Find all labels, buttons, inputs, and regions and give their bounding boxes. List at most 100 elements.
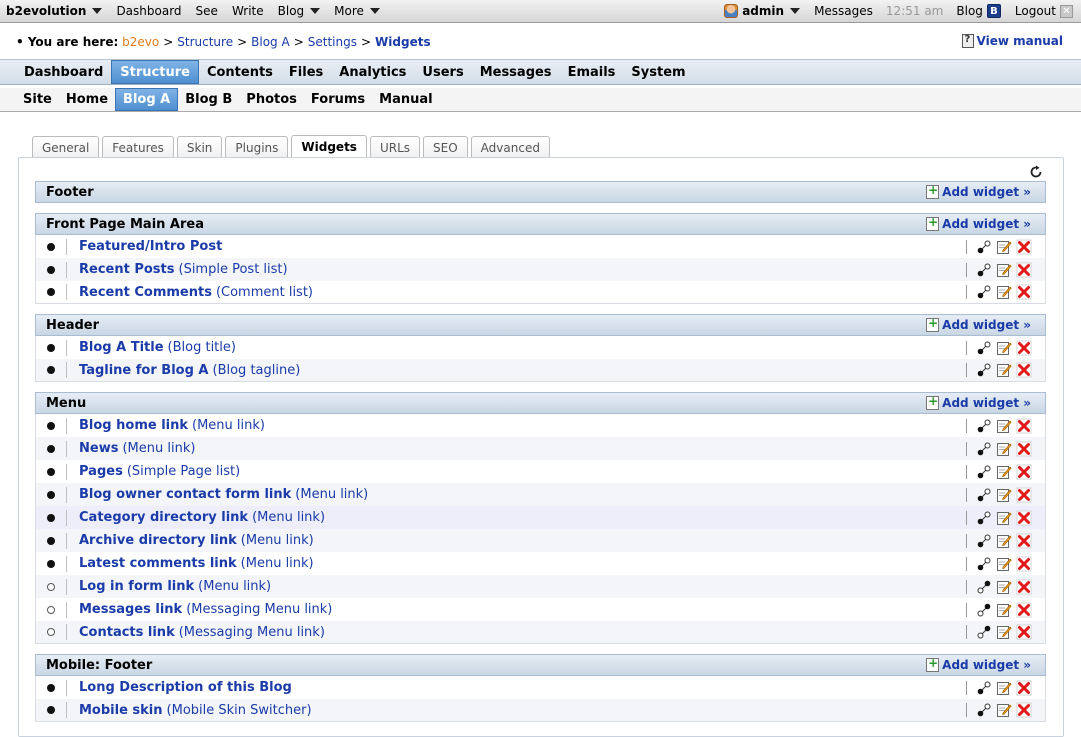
main-menu-dashboard[interactable]: Dashboard bbox=[16, 60, 111, 84]
main-menu-messages[interactable]: Messages bbox=[472, 60, 560, 84]
edit-icon[interactable] bbox=[995, 362, 1013, 378]
widget-name-link[interactable]: Featured/Intro Post bbox=[79, 239, 222, 254]
main-menu-users[interactable]: Users bbox=[414, 60, 471, 84]
evobar-see-link[interactable]: See bbox=[189, 4, 225, 18]
evobar-user-menu[interactable]: admin bbox=[717, 4, 807, 18]
disable-toggle-icon[interactable] bbox=[975, 284, 993, 300]
edit-icon[interactable] bbox=[995, 624, 1013, 640]
widget-name-link[interactable]: Mobile skin bbox=[79, 703, 163, 718]
main-menu-emails[interactable]: Emails bbox=[560, 60, 624, 84]
edit-icon[interactable] bbox=[995, 239, 1013, 255]
delete-icon[interactable] bbox=[1015, 702, 1033, 718]
add-widget-button[interactable]: Add widget » bbox=[926, 215, 1031, 231]
edit-icon[interactable] bbox=[995, 340, 1013, 356]
delete-icon[interactable] bbox=[1015, 487, 1033, 503]
edit-icon[interactable] bbox=[995, 487, 1013, 503]
disable-toggle-icon[interactable] bbox=[975, 680, 993, 696]
evobar-brand-menu[interactable]: b2evolution bbox=[0, 4, 109, 18]
delete-icon[interactable] bbox=[1015, 441, 1033, 457]
tab-general[interactable]: General bbox=[32, 136, 100, 158]
tab-advanced[interactable]: Advanced bbox=[470, 136, 550, 158]
evobar-blog-link[interactable]: Blog B bbox=[949, 4, 1008, 18]
disable-toggle-icon[interactable] bbox=[975, 487, 993, 503]
breadcrumb-structure-link[interactable]: Structure bbox=[177, 35, 233, 49]
delete-icon[interactable] bbox=[1015, 464, 1033, 480]
sub-menu-photos[interactable]: Photos bbox=[239, 88, 304, 111]
disable-toggle-icon[interactable] bbox=[975, 464, 993, 480]
disable-toggle-icon[interactable] bbox=[975, 510, 993, 526]
delete-icon[interactable] bbox=[1015, 556, 1033, 572]
enable-toggle-icon[interactable] bbox=[975, 602, 993, 618]
edit-icon[interactable] bbox=[995, 464, 1013, 480]
disable-toggle-icon[interactable] bbox=[975, 262, 993, 278]
sub-menu-blog-b[interactable]: Blog B bbox=[178, 88, 239, 111]
delete-icon[interactable] bbox=[1015, 624, 1033, 640]
widget-name-link[interactable]: Latest comments link bbox=[79, 556, 237, 571]
delete-icon[interactable] bbox=[1015, 680, 1033, 696]
evobar-more-menu[interactable]: More bbox=[327, 4, 387, 18]
edit-icon[interactable] bbox=[995, 441, 1013, 457]
evobar-dashboard-link[interactable]: Dashboard bbox=[109, 4, 188, 18]
widget-name-link[interactable]: Contacts link bbox=[79, 625, 175, 640]
edit-icon[interactable] bbox=[995, 533, 1013, 549]
sub-menu-manual[interactable]: Manual bbox=[372, 88, 439, 111]
tab-seo[interactable]: SEO bbox=[423, 136, 468, 158]
delete-icon[interactable] bbox=[1015, 579, 1033, 595]
sub-menu-blog-a[interactable]: Blog A bbox=[115, 88, 179, 111]
widget-name-link[interactable]: Tagline for Blog A bbox=[79, 363, 209, 378]
delete-icon[interactable] bbox=[1015, 418, 1033, 434]
enable-toggle-icon[interactable] bbox=[975, 624, 993, 640]
delete-icon[interactable] bbox=[1015, 284, 1033, 300]
tab-plugins[interactable]: Plugins bbox=[225, 136, 289, 158]
main-menu-analytics[interactable]: Analytics bbox=[331, 60, 414, 84]
disable-toggle-icon[interactable] bbox=[975, 239, 993, 255]
edit-icon[interactable] bbox=[995, 262, 1013, 278]
widget-name-link[interactable]: Archive directory link bbox=[79, 533, 237, 548]
disable-toggle-icon[interactable] bbox=[975, 702, 993, 718]
sub-menu-site[interactable]: Site bbox=[16, 88, 59, 111]
edit-icon[interactable] bbox=[995, 602, 1013, 618]
main-menu-contents[interactable]: Contents bbox=[199, 60, 281, 84]
disable-toggle-icon[interactable] bbox=[975, 556, 993, 572]
edit-icon[interactable] bbox=[995, 510, 1013, 526]
evobar-logout-link[interactable]: Logout ✕ bbox=[1008, 4, 1073, 18]
delete-icon[interactable] bbox=[1015, 262, 1033, 278]
enable-toggle-icon[interactable] bbox=[975, 579, 993, 595]
main-menu-files[interactable]: Files bbox=[281, 60, 331, 84]
sub-menu-forums[interactable]: Forums bbox=[304, 88, 372, 111]
breadcrumb-settings-link[interactable]: Settings bbox=[308, 35, 357, 49]
tab-widgets[interactable]: Widgets bbox=[291, 135, 367, 158]
delete-icon[interactable] bbox=[1015, 239, 1033, 255]
evobar-messages-link[interactable]: Messages bbox=[807, 4, 880, 18]
main-menu-system[interactable]: System bbox=[623, 60, 693, 84]
evobar-write-link[interactable]: Write bbox=[225, 4, 271, 18]
widget-name-link[interactable]: Log in form link bbox=[79, 579, 194, 594]
delete-icon[interactable] bbox=[1015, 510, 1033, 526]
edit-icon[interactable] bbox=[995, 284, 1013, 300]
edit-icon[interactable] bbox=[995, 702, 1013, 718]
disable-toggle-icon[interactable] bbox=[975, 441, 993, 457]
edit-icon[interactable] bbox=[995, 556, 1013, 572]
disable-toggle-icon[interactable] bbox=[975, 362, 993, 378]
edit-icon[interactable] bbox=[995, 680, 1013, 696]
edit-icon[interactable] bbox=[995, 579, 1013, 595]
add-widget-button[interactable]: Add widget » bbox=[926, 316, 1031, 332]
view-manual-link[interactable]: View manual bbox=[961, 34, 1063, 48]
add-widget-button[interactable]: Add widget » bbox=[926, 656, 1031, 672]
tab-urls[interactable]: URLs bbox=[369, 136, 421, 158]
widget-name-link[interactable]: Blog home link bbox=[79, 418, 188, 433]
tab-features[interactable]: Features bbox=[102, 136, 174, 158]
evobar-blog-menu[interactable]: Blog bbox=[271, 4, 328, 18]
widget-name-link[interactable]: Category directory link bbox=[79, 510, 248, 525]
main-menu-structure[interactable]: Structure bbox=[111, 60, 199, 84]
sub-menu-home[interactable]: Home bbox=[59, 88, 115, 111]
widget-name-link[interactable]: Messages link bbox=[79, 602, 182, 617]
delete-icon[interactable] bbox=[1015, 362, 1033, 378]
widget-name-link[interactable]: Blog A Title bbox=[79, 340, 164, 355]
widget-name-link[interactable]: Blog owner contact form link bbox=[79, 487, 291, 502]
add-widget-button[interactable]: Add widget » bbox=[926, 183, 1031, 199]
widget-name-link[interactable]: Pages bbox=[79, 464, 123, 479]
delete-icon[interactable] bbox=[1015, 533, 1033, 549]
edit-icon[interactable] bbox=[995, 418, 1013, 434]
add-widget-button[interactable]: Add widget » bbox=[926, 394, 1031, 410]
